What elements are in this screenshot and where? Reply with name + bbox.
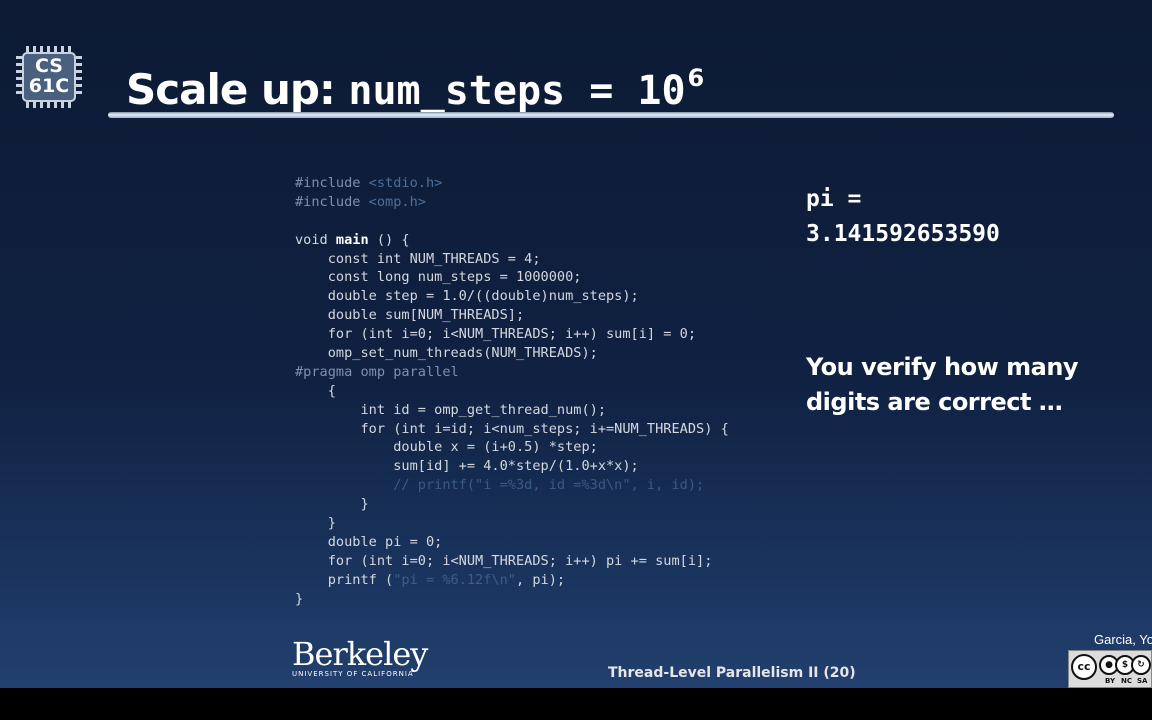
berkeley-logo: Berkeley UNIVERSITY OF CALIFORNIA [292,635,428,678]
code-line: omp_set_num_threads(NUM_THREADS); [295,344,765,363]
code-token: omp_set_num_threads(NUM_THREADS); [295,345,598,362]
lecture-footer: Thread-Level Parallelism II (20) [608,665,856,681]
code-line: } [295,514,765,533]
code-token: sum[id] += 4.0*step/(1.0+x*x); [295,458,639,475]
berkeley-wordmark: Berkeley [292,635,428,673]
slide-number: (20) [823,665,856,681]
bottom-bar [0,688,1152,720]
code-line: const int NUM_THREADS = 4; [295,250,765,269]
code-token: // printf("i =%3d, id =%3d\n", i, id); [295,477,705,494]
by-label: BY [1105,677,1116,685]
cs61c-logo: CS 61C [14,46,84,108]
code-block: #include <stdio.h> #include <omp.h> void m… [295,174,765,608]
code-token: } [295,496,369,513]
code-token: #include [295,193,369,210]
code-token: , pi); [515,571,566,588]
chip-pins-right [76,56,82,98]
code-token: } [295,590,304,607]
code-token: double sum[NUM_THREADS]; [295,307,525,324]
pi-result-label: pi = [806,186,862,212]
lecture-title: Thread-Level Parallelism II [608,665,819,681]
code-token: const int NUM_THREADS = 4; [295,250,541,267]
code-line: double sum[NUM_THREADS]; [295,306,765,325]
code-line: // printf("i =%3d, id =%3d\n", i, id); [295,476,765,495]
code-token: double x = (i+0.5) *step; [295,439,598,456]
code-line: void main () { [295,231,765,250]
code-token: () { [368,231,410,248]
slide-title: Scale up: num_steps = 106 [126,52,704,117]
code-line: double pi = 0; [295,533,765,552]
code-line: for (int i=id; i<num_steps; i+=NUM_THREA… [295,420,765,439]
code-token: for (int i=0; i<NUM_THREADS; i++) pi += … [295,552,713,569]
code-token: for (int i=0; i<NUM_THREADS; i++) sum[i]… [295,326,697,343]
code-line: int id = omp_get_thread_num(); [295,401,765,420]
code-token: } [295,515,336,532]
code-token: double pi = 0; [295,533,443,550]
cc-icon: cc [1071,654,1097,680]
creative-commons-badge: cc ● $ ↻ BY NC SA [1068,650,1152,688]
code-line: double step = 1.0/((double)num_steps); [295,287,765,306]
berkeley-subtitle: UNIVERSITY OF CALIFORNIA [292,670,414,678]
code-line: } [295,590,765,609]
code-token: for (int i=id; i<num_steps; i+=NUM_THREA… [295,420,729,437]
code-line: double x = (i+0.5) *step; [295,438,765,457]
code-line: #pragma omp parallel [295,363,765,382]
logo-line1: CS [35,55,63,77]
code-line: sum[id] += 4.0*step/(1.0+x*x); [295,457,765,476]
code-token: printf ( [295,571,394,588]
title-underline [108,112,1114,118]
sa-icon: ↻ [1131,655,1151,675]
code-token: <omp.h> [368,193,426,210]
title-code: num_steps = 10 [348,68,686,114]
title-text: Scale up: [126,65,349,114]
code-token: #pragma omp parallel [295,363,459,380]
code-token: #include [295,175,369,191]
code-token: double step = 1.0/((double)num_steps); [295,288,639,305]
code-token: { [295,382,336,399]
code-line: #include <omp.h> [295,193,765,212]
code-line: const long num_steps = 1000000; [295,268,765,287]
slide: CS 61C Scale up: num_steps = 106 #includ… [0,0,1152,688]
code-token: const long num_steps = 1000000; [295,269,582,286]
code-token: int id = omp_get_thread_num(); [295,401,606,418]
title-exponent: 6 [687,64,705,92]
code-token: "pi = %6.12f\n" [393,571,516,588]
code-line: { [295,382,765,401]
chip-pins-bottom [26,102,72,108]
logo-line2: 61C [28,75,70,97]
verify-note: You verify how many digits are correct … [806,353,1079,416]
code-token: main [335,231,369,248]
pi-result-value: 3.141592653590 [806,221,1000,247]
code-line: for (int i=0; i<NUM_THREADS; i++) sum[i]… [295,325,765,344]
code-line: #include <stdio.h> [295,174,765,193]
code-line: printf ("pi = %6.12f\n", pi); [295,571,765,590]
nc-label: NC [1121,677,1132,685]
code-token: void [295,231,336,248]
author-credit: Garcia, Yo [1094,632,1152,647]
sa-label: SA [1137,677,1148,685]
code-token: <stdio.h> [368,175,443,191]
code-line: } [295,495,765,514]
code-line: for (int i=0; i<NUM_THREADS; i++) pi += … [295,552,765,571]
